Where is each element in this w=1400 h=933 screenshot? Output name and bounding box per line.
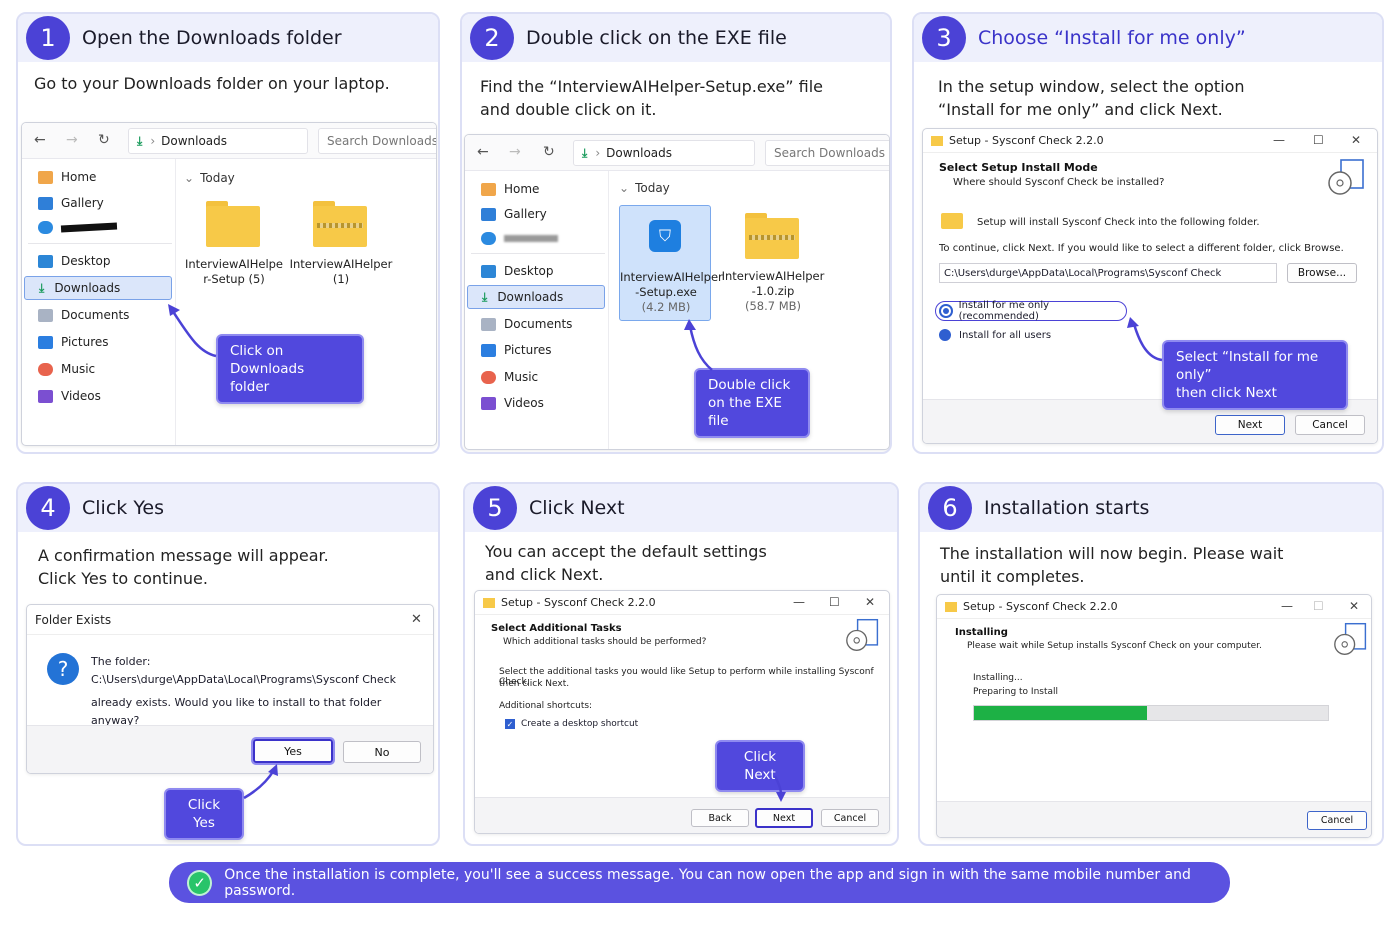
checkmark-icon: ✓ — [187, 869, 213, 896]
callout-arrow — [773, 775, 786, 802]
setup-footer — [937, 801, 1371, 837]
status-text: Installing... — [973, 673, 1023, 683]
callout-arrow — [168, 304, 217, 358]
install-progress-bar — [973, 705, 1329, 721]
status-text: Preparing to Install — [973, 687, 1059, 697]
step-3-card: 3 Choose “Install for me only” In the se… — [912, 12, 1384, 454]
callout-arrow — [1127, 317, 1163, 362]
setup-window: Setup - Sysconf Check 2.2.0 — ☐ ✕ Instal… — [936, 594, 1372, 838]
setup-heading: Installing — [955, 627, 1008, 638]
window-titlebar: Setup - Sysconf Check 2.2.0 — [937, 595, 1371, 619]
maximize-icon[interactable]: ☐ — [1313, 599, 1324, 613]
banner-text: Once the installation is complete, you'l… — [224, 866, 1191, 899]
step-number: 6 — [928, 486, 972, 530]
minimize-icon[interactable]: — — [1281, 599, 1293, 613]
step-6-card: 6 Installation starts The installation w… — [918, 482, 1384, 846]
folder-icon — [945, 601, 957, 612]
close-icon[interactable]: ✕ — [1349, 599, 1359, 613]
step-6-header: 6 Installation starts — [920, 484, 1382, 532]
progress-fill — [974, 706, 1148, 720]
step-1-card: 1 Open the Downloads folder Go to your D… — [16, 12, 440, 454]
setup-subheading: Please wait while Setup installs Sysconf… — [967, 641, 1262, 651]
setup-disc-icon — [1334, 622, 1367, 655]
cancel-button[interactable]: Cancel — [1307, 811, 1367, 830]
step-title: Installation starts — [984, 497, 1150, 519]
step-5-card: 5 Click Next You can accept the default … — [463, 482, 899, 846]
step-2-card: 2 Double click on the EXE file Find the … — [460, 12, 892, 454]
callout-arrow — [684, 319, 713, 371]
step-4-card: 4 Click Yes A confirmation message will … — [16, 482, 440, 846]
success-banner: ✓ Once the installation is complete, you… — [169, 862, 1230, 903]
step-description: The installation will now begin. Please … — [940, 544, 1284, 586]
callout-arrow — [243, 764, 278, 800]
